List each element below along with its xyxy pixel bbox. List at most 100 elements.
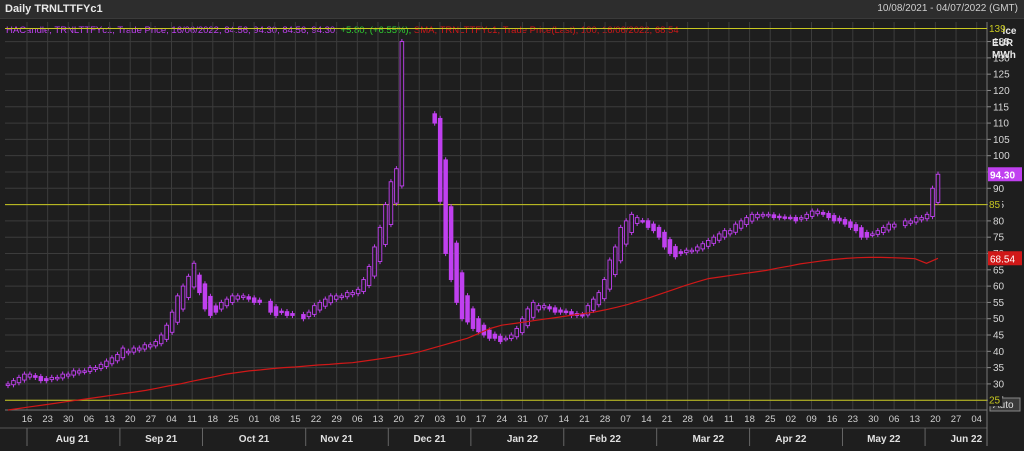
candle-body: [913, 217, 919, 223]
x-tick-label: 30: [63, 414, 74, 425]
candle-body: [525, 308, 530, 327]
candle-body: [612, 246, 618, 276]
candle-body: [727, 230, 733, 235]
month-label: Jan 22: [507, 434, 539, 445]
candle-body: [886, 223, 892, 231]
reference-line-label: 85: [989, 200, 1001, 211]
y-tick-label: 125: [993, 70, 1010, 81]
y-tick-label: 100: [993, 151, 1010, 162]
candle-body: [448, 206, 454, 281]
candle-body: [317, 301, 323, 311]
candle-body: [596, 292, 602, 306]
candle-body: [580, 314, 585, 317]
candle-body: [722, 230, 727, 238]
candle-body: [180, 285, 186, 310]
x-tick-label: 20: [930, 414, 941, 425]
candle-body: [541, 305, 547, 309]
candle-body: [514, 328, 520, 338]
x-tick-label: 20: [125, 414, 136, 425]
candle-body: [273, 306, 279, 316]
candle-body: [27, 373, 33, 378]
candle-body: [344, 292, 350, 298]
x-tick-label: 02: [786, 414, 797, 425]
candle-body: [147, 344, 153, 348]
candle-body: [547, 306, 552, 310]
candle-body: [755, 213, 760, 219]
x-tick-label: 17: [476, 414, 487, 425]
x-tick-label: 18: [744, 414, 755, 425]
candle-body: [673, 246, 678, 258]
candle-body: [498, 335, 503, 342]
candle-body: [323, 298, 328, 307]
x-tick-label: 03: [435, 414, 446, 425]
candle-body: [126, 350, 131, 354]
candle-body: [678, 251, 684, 254]
candle-body: [339, 295, 344, 299]
candle-body: [432, 113, 437, 124]
candle-body: [771, 214, 777, 219]
candle-body: [11, 380, 16, 386]
candle-body: [684, 249, 689, 254]
candle-body: [454, 242, 459, 303]
x-tick-label: 15: [290, 414, 301, 425]
candle-body: [169, 311, 175, 333]
candle-body: [503, 337, 509, 341]
candle-body: [175, 295, 180, 323]
candle-body: [891, 223, 897, 228]
x-tick-label: 16: [827, 414, 838, 425]
x-tick-label: 04: [166, 414, 177, 425]
candle-body: [44, 378, 49, 382]
candle-body: [191, 262, 197, 288]
candle-body: [202, 283, 208, 310]
x-tick-label: 21: [662, 414, 673, 425]
x-tick-label: 18: [208, 414, 219, 425]
candle-body: [831, 215, 837, 222]
candle-body: [651, 223, 656, 232]
x-tick-label: 06: [352, 414, 363, 425]
price-chart[interactable]: HACandle, TRNLTTFYc1, Trade Price, 16/06…: [0, 0, 1024, 451]
candle-body: [908, 220, 913, 224]
y-tick-label: 40: [993, 347, 1005, 358]
candle-body: [65, 373, 71, 377]
candle-body: [257, 299, 262, 303]
candle-body: [350, 292, 355, 296]
candle-body: [788, 216, 793, 220]
candle-body: [465, 295, 470, 323]
x-tick-label: 13: [104, 414, 115, 425]
candle-body: [602, 279, 607, 300]
candle-body: [924, 213, 930, 220]
candle-body: [137, 347, 142, 351]
candle-body: [558, 309, 563, 313]
legend-candle-change: +5.80, (+6.55%),: [338, 25, 411, 36]
month-label: Nov 21: [320, 434, 353, 445]
candle-body: [60, 373, 65, 379]
x-tick-label: 25: [765, 414, 776, 425]
y-tick-label: 80: [993, 216, 1005, 227]
month-label: Dec 21: [413, 434, 446, 445]
candle-body: [142, 344, 148, 350]
x-tick-label: 25: [228, 414, 239, 425]
candle-body: [656, 226, 662, 238]
y-axis-unit-label: EUR: [992, 38, 1014, 49]
x-tick-label: 10: [455, 414, 466, 425]
legend-line: HACandle, TRNLTTFYc1, Trade Price, 16/06…: [6, 25, 679, 36]
candle-body: [798, 217, 804, 220]
y-tick-label: 55: [993, 298, 1005, 309]
y-tick-label: 30: [993, 379, 1005, 390]
candle-body: [782, 216, 788, 219]
candle-body: [153, 341, 158, 347]
candle-body: [93, 367, 98, 370]
candle-body: [530, 301, 536, 318]
x-tick-label: 07: [538, 414, 549, 425]
candle-body: [301, 314, 306, 320]
candle-body: [826, 212, 831, 219]
candle-body: [902, 220, 908, 227]
candle-body: [235, 295, 241, 300]
x-tick-label: 27: [414, 414, 425, 425]
candle-body: [98, 363, 104, 370]
x-tick-label: 16: [22, 414, 33, 425]
candle-body: [131, 347, 137, 353]
x-tick-label: 28: [600, 414, 611, 425]
candle-body: [662, 231, 667, 248]
candle-body: [328, 295, 334, 304]
